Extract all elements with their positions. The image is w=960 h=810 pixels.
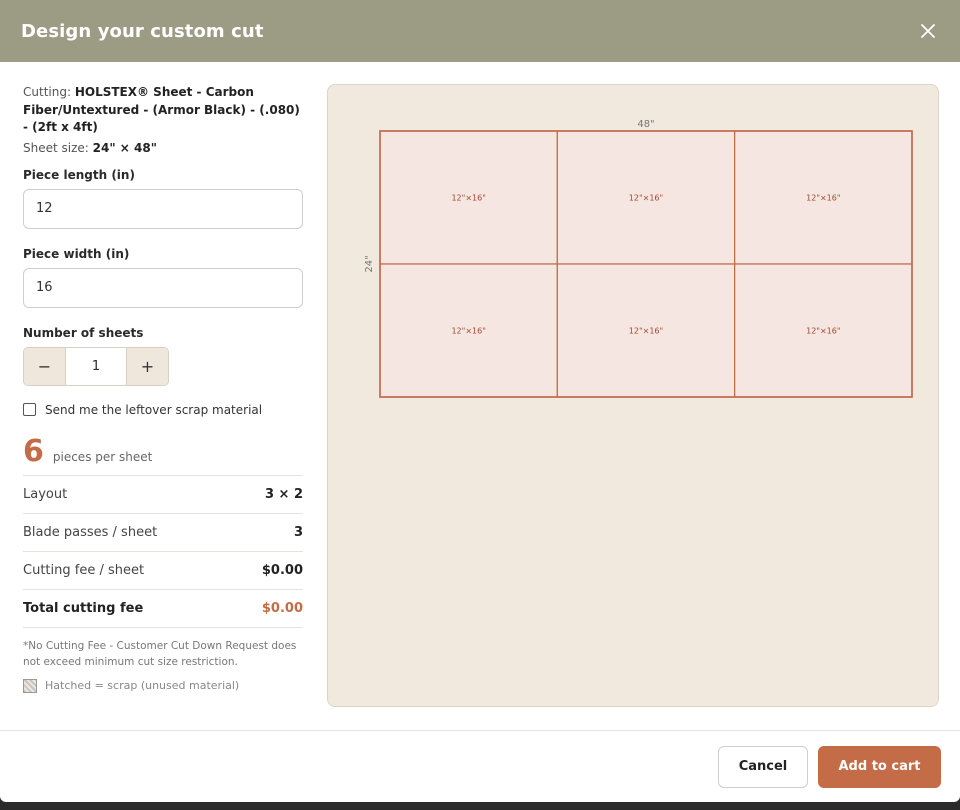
piece-length-input[interactable]: [23, 188, 303, 229]
scrap-label: Send me the leftover scrap material: [45, 402, 263, 417]
sheets-stepper: − 1 +: [23, 346, 169, 386]
piece-dimension-label: 12"×16": [451, 327, 485, 336]
sheet-size-value: 24" × 48": [92, 140, 157, 155]
piece-dimension-label: 12"×16": [629, 327, 663, 336]
stat-blade-passes: Blade passes / sheet 3: [23, 512, 303, 551]
scrap-checkbox[interactable]: [23, 403, 36, 416]
modal-header: Design your custom cut: [0, 0, 960, 62]
modal-title: Design your custom cut: [21, 20, 264, 42]
piece-width-input[interactable]: [23, 267, 303, 308]
pieces-count: 6: [23, 433, 44, 469]
scrap-legend: Hatched = scrap (unused material): [23, 678, 303, 693]
piece-dimension-label: 12"×16": [629, 194, 663, 203]
sheet-size: Sheet size: 24" × 48": [23, 141, 303, 155]
scrap-option[interactable]: Send me the leftover scrap material: [23, 403, 303, 417]
cut-diagram: 12"×16" 12"×16" 12"×16" 12"×16" 12"×16" 12"×1…: [364, 119, 913, 398]
cutting-info: Cutting: HOLSTEX® Sheet - Carbon Fiber/U…: [23, 84, 303, 137]
sheet-width-label: 48": [637, 119, 654, 130]
custom-cut-modal: Design your custom cut Cutting: HOLSTEX®…: [0, 0, 960, 802]
piece-dimension-label: 12"×16": [451, 194, 485, 203]
modal-body: Cutting: HOLSTEX® Sheet - Carbon Fiber/U…: [0, 62, 960, 730]
sheets-label: Number of sheets: [23, 325, 144, 340]
piece-width-label: Piece width (in): [23, 246, 130, 261]
legend-label: Hatched = scrap (unused material): [45, 679, 240, 692]
cutting-label: Cutting:: [23, 85, 71, 99]
stats-table: Layout 3 × 2 Blade passes / sheet 3 Cutt…: [23, 474, 303, 628]
increment-button[interactable]: +: [127, 347, 168, 385]
decrement-button[interactable]: −: [24, 347, 65, 385]
pieces-summary: 6 pieces per sheet: [23, 434, 303, 469]
stat-value: $0.00: [261, 600, 303, 616]
piece-length-label: Piece length (in): [23, 167, 135, 182]
stat-value: 3: [293, 524, 303, 540]
stat-cutting-fee: Cutting fee / sheet $0.00: [23, 550, 303, 589]
stat-value: $0.00: [261, 562, 303, 578]
stat-label: Layout: [23, 486, 68, 502]
pieces-label: pieces per sheet: [52, 449, 153, 464]
add-to-cart-button[interactable]: Add to cart: [818, 745, 941, 788]
stat-total-fee: Total cutting fee $0.00: [23, 588, 303, 628]
hatch-swatch-icon: [23, 678, 37, 693]
piece-dimension-label: 12"×16": [806, 327, 840, 336]
stat-label: Blade passes / sheet: [23, 524, 158, 540]
cancel-button[interactable]: Cancel: [718, 745, 808, 788]
stat-layout: Layout 3 × 2: [23, 474, 303, 513]
stat-value: 3 × 2: [264, 486, 303, 502]
cut-preview-panel: 12"×16" 12"×16" 12"×16" 12"×16" 12"×16" 12"×1…: [327, 84, 939, 707]
cut-form-panel: Cutting: HOLSTEX® Sheet - Carbon Fiber/U…: [23, 84, 303, 693]
close-button[interactable]: [918, 21, 938, 41]
sheets-value[interactable]: 1: [65, 347, 127, 385]
sheet-height-label: 24": [364, 255, 375, 272]
fee-note: *No Cutting Fee - Customer Cut Down Requ…: [23, 639, 297, 668]
sheet-size-label: Sheet size:: [23, 140, 89, 155]
stat-label: Cutting fee / sheet: [23, 562, 145, 578]
modal-footer: Cancel Add to cart: [0, 730, 960, 802]
stat-label: Total cutting fee: [23, 600, 144, 616]
close-icon: [921, 24, 935, 38]
piece-dimension-label: 12"×16": [806, 194, 840, 203]
